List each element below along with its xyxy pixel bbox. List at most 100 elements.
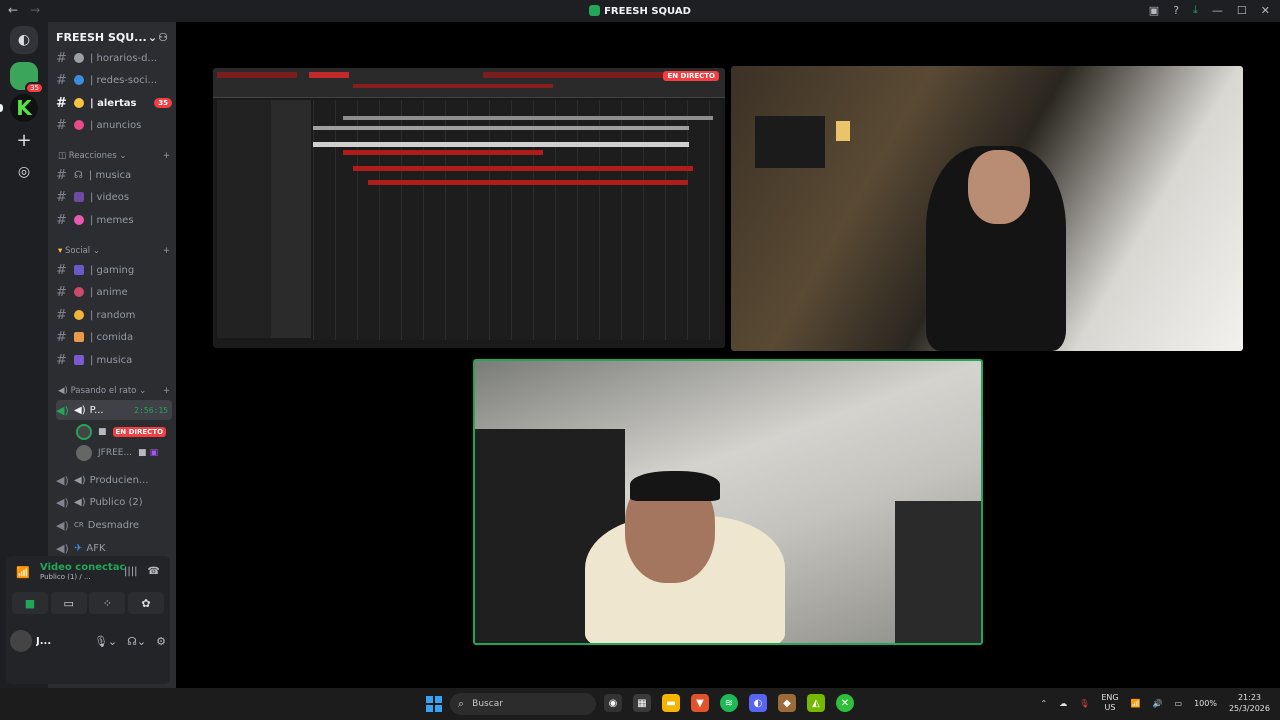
channel-musica-social[interactable]: # | musica xyxy=(56,350,172,370)
channel-anime[interactable]: # | anime xyxy=(56,282,172,302)
title-bar-controls: ▣ ? ⤓ — ☐ ✕ xyxy=(1149,3,1270,17)
plane-icon: ✈ xyxy=(74,542,83,554)
daw-pattern-list xyxy=(271,100,311,338)
microphone-icon[interactable]: 🎙⌄ xyxy=(94,635,117,648)
camera-button[interactable]: ■ xyxy=(12,592,48,614)
taskbar-apps: ◉ ▦ ▬ ▼ ≋ ◐ ◆ ◭ ✕ xyxy=(604,694,854,712)
voice-channel-afk[interactable]: ◀) ✈ AFK xyxy=(56,538,172,558)
discord-home-icon[interactable]: ◐ xyxy=(10,26,38,54)
camera-icon: ■ xyxy=(138,448,147,458)
volume-icon[interactable]: 🔊 xyxy=(1153,699,1163,708)
store-app-icon[interactable]: ▦ xyxy=(633,694,651,712)
hash-icon: # xyxy=(56,307,67,323)
start-button-icon[interactable] xyxy=(426,696,442,712)
discover-icon[interactable]: ◎ xyxy=(10,158,38,186)
minimize-icon[interactable]: — xyxy=(1212,4,1223,17)
webcam-tile-self[interactable] xyxy=(473,359,983,645)
inbox-icon[interactable]: ▣ xyxy=(1149,4,1159,17)
category-pasando[interactable]: ◀) Pasando el rato ⌄ + xyxy=(58,384,170,398)
server-freesh-squad[interactable]: 35 xyxy=(10,62,44,94)
daw-toolbar-segment xyxy=(309,72,349,78)
avatar[interactable] xyxy=(10,630,32,652)
add-channel-icon[interactable]: + xyxy=(163,246,170,256)
channel-memes[interactable]: # | memes xyxy=(56,210,172,230)
category-social[interactable]: ▾ Social ⌄ + xyxy=(58,244,170,258)
screen-share-tile[interactable]: EN DIRECTO xyxy=(213,68,725,348)
add-channel-icon[interactable]: + xyxy=(163,386,170,396)
help-icon[interactable]: ? xyxy=(1173,4,1179,17)
file-explorer-icon[interactable]: ▬ xyxy=(662,694,680,712)
channel-gaming[interactable]: # | gaming xyxy=(56,260,172,280)
chevron-up-icon[interactable]: ⌃ xyxy=(1040,699,1047,708)
add-server-icon[interactable]: + xyxy=(10,126,38,154)
daw-toolbar xyxy=(213,68,725,98)
voice-channel-publico[interactable]: ◀) ◀) Publico (2) xyxy=(56,492,172,512)
add-channel-icon[interactable]: + xyxy=(163,151,170,161)
maximize-icon[interactable]: ☐ xyxy=(1237,4,1247,17)
discord-icon[interactable]: ◐ xyxy=(749,694,767,712)
channel-random[interactable]: # | random xyxy=(56,305,172,325)
system-tray: ⌃ ☁ 🎙 ENG US 📶 🔊 ▭ 100% 21:23 25/3/2026 xyxy=(1040,692,1270,714)
daw-browser xyxy=(217,100,271,338)
game-app-icon[interactable]: ◆ xyxy=(778,694,796,712)
server-icon xyxy=(589,5,601,16)
date: 25/3/2026 xyxy=(1228,704,1270,713)
maps-app-icon[interactable]: ◉ xyxy=(604,694,622,712)
webcam-tile-jfree[interactable] xyxy=(731,66,1243,351)
server-kick[interactable]: K xyxy=(10,94,38,122)
xbox-icon[interactable]: ✕ xyxy=(836,694,854,712)
username[interactable]: J... xyxy=(36,636,60,647)
taskbar-search[interactable]: ⌕ Buscar xyxy=(450,693,596,715)
video-stage: EN DIRECTO xyxy=(176,22,1280,688)
voice-member-jfree[interactable]: JFREE... ■ ▣ xyxy=(76,443,172,463)
lang-region: US xyxy=(1104,703,1116,712)
hash-icon: # xyxy=(56,117,67,133)
channel-comida[interactable]: # | comida xyxy=(56,327,172,347)
time: 21:23 xyxy=(1237,693,1262,702)
channel-anuncios[interactable]: # | anuncios xyxy=(56,115,172,135)
disconnect-icon[interactable]: ☎ xyxy=(148,566,160,577)
settings-gear-icon[interactable]: ⚙ xyxy=(156,635,166,648)
spotify-icon[interactable]: ≋ xyxy=(720,694,738,712)
soundboard-icon: ✿ xyxy=(141,596,151,610)
headphones-icon[interactable]: ☊⌄ xyxy=(127,635,146,648)
invite-icon[interactable]: ⚇ xyxy=(158,31,168,44)
voice-member-streaming[interactable]: ■ EN DIRECTO xyxy=(76,422,172,442)
close-icon[interactable]: ✕ xyxy=(1261,4,1270,17)
speaker-icon: ◀) xyxy=(74,474,86,486)
channel-videos[interactable]: # | videos xyxy=(56,187,172,207)
channel-horarios[interactable]: # | horarios-d... xyxy=(56,48,172,68)
audio-clip xyxy=(343,116,713,120)
category-label: Reacciones xyxy=(68,151,117,161)
microphone-icon[interactable]: 🎙 xyxy=(1079,699,1089,708)
live-badge: EN DIRECTO xyxy=(112,427,167,437)
voice-channel-desmadre[interactable]: ◀) CR Desmadre xyxy=(56,515,172,535)
category-reacciones[interactable]: ◫ Reacciones ⌄ + xyxy=(58,149,170,163)
hair xyxy=(630,471,720,501)
download-icon[interactable]: ⤓ xyxy=(1193,3,1198,17)
noise-suppression-icon[interactable]: |||| xyxy=(124,566,137,577)
brave-browser-icon[interactable]: ▼ xyxy=(691,694,709,712)
nvidia-icon[interactable]: ◭ xyxy=(807,694,825,712)
voice-channel-label: Publico (2) xyxy=(89,496,143,508)
clock[interactable]: 21:23 25/3/2026 xyxy=(1229,692,1270,714)
screen-share-icon: ▭ xyxy=(63,596,74,610)
channel-redes[interactable]: # | redes-soci... xyxy=(56,70,172,90)
wifi-icon[interactable]: 📶 xyxy=(1131,699,1141,708)
voice-status-controls: |||| ☎ xyxy=(124,566,160,577)
voice-channel-active[interactable]: ◀) ◀) P... 2:56:15 xyxy=(56,400,172,420)
soundboard-button[interactable]: ✿ xyxy=(127,592,164,614)
screen-share-button[interactable]: ▭ xyxy=(50,592,87,614)
activities-button[interactable]: ⁘ xyxy=(89,592,126,614)
voice-channel-produciendo[interactable]: ◀) ◀) Producien... xyxy=(56,470,172,490)
gamepad-icon xyxy=(74,265,84,275)
voice-channel-label: Desmadre xyxy=(87,519,140,531)
channel-prefix: CR xyxy=(74,521,84,529)
language-indicator[interactable]: ENG US xyxy=(1101,693,1118,713)
food-icon xyxy=(74,332,84,342)
network-status-icon[interactable]: ☁ xyxy=(1059,699,1067,708)
channel-musica-reacciones[interactable]: # ☊ | musica xyxy=(56,165,172,185)
battery-icon[interactable]: ▭ xyxy=(1175,699,1183,708)
audio-clip xyxy=(313,126,689,130)
channel-alertas[interactable]: # | alertas 35 xyxy=(56,93,172,113)
